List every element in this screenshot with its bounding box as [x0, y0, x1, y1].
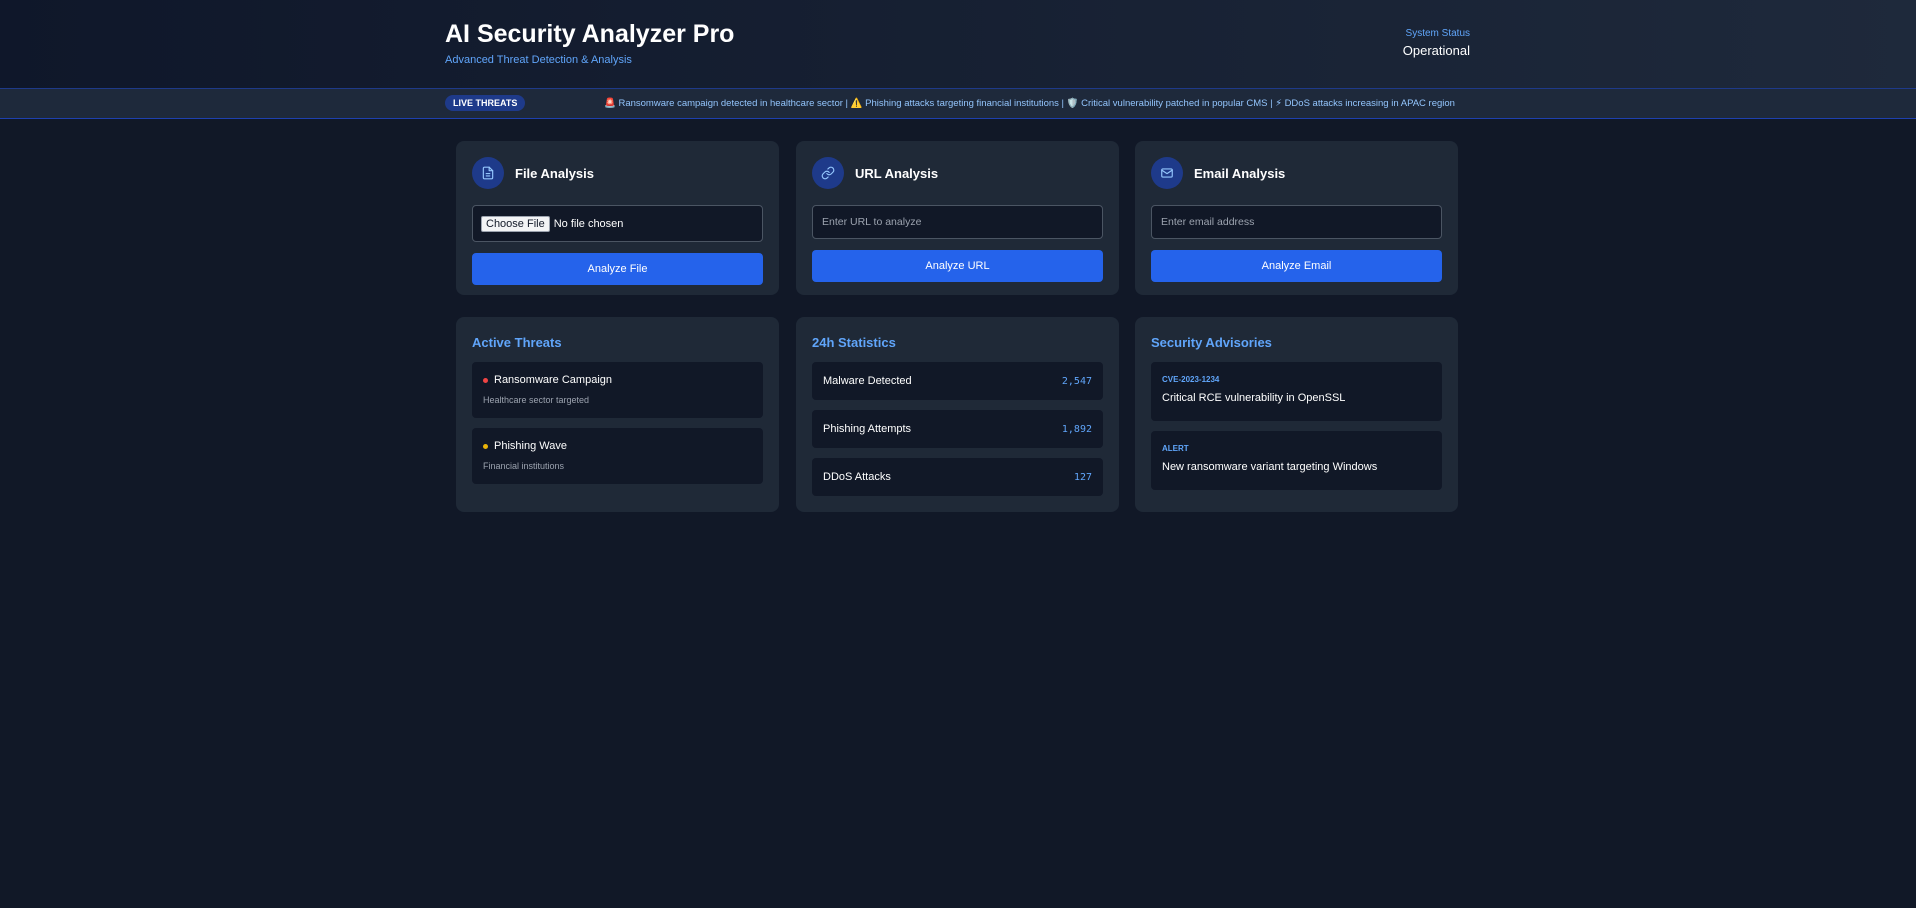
system-status-value: Operational — [1402, 43, 1470, 58]
email-input[interactable] — [1151, 205, 1442, 239]
stat-label: Phishing Attempts — [823, 423, 912, 435]
statistics-title: 24h Statistics — [812, 335, 896, 350]
active-threats-title: Active Threats — [472, 335, 562, 350]
url-analysis-card: URL Analysis Analyze URL — [796, 141, 1119, 295]
stat-value: 1,892 — [1061, 423, 1092, 435]
file-analysis-card: File Analysis Choose File No file chosen… — [456, 141, 779, 295]
analyze-email-button[interactable]: Analyze Email — [1151, 250, 1442, 282]
advisory-tag: ALERT — [1162, 444, 1189, 453]
file-input[interactable]: Choose File No file chosen — [472, 205, 763, 242]
advisory-text: Critical RCE vulnerability in OpenSSL — [1162, 392, 1346, 404]
app-header: AI Security Analyzer Pro Advanced Threat… — [0, 0, 1916, 89]
url-analysis-title: URL Analysis — [855, 165, 939, 181]
stat-row: DDoS Attacks 127 — [812, 458, 1103, 496]
advisory-item[interactable]: CVE-2023-1234 Critical RCE vulnerability… — [1151, 362, 1442, 421]
advisory-tag: CVE-2023-1234 — [1162, 375, 1220, 384]
stat-label: Malware Detected — [823, 375, 912, 387]
advisory-item[interactable]: ALERT New ransomware variant targeting W… — [1151, 431, 1442, 490]
analyze-file-button[interactable]: Analyze File — [472, 253, 763, 285]
system-status: System Status Operational — [1403, 18, 1470, 66]
threat-severity-dot — [483, 443, 488, 449]
threat-description: Financial institutions — [483, 461, 565, 471]
no-file-text: No file chosen — [553, 217, 624, 230]
ticker-text: 🚨 Ransomware campaign detected in health… — [604, 98, 1455, 109]
stat-value: 2,547 — [1061, 375, 1092, 387]
app-subtitle: Advanced Threat Detection & Analysis — [445, 54, 632, 66]
email-analysis-card: Email Analysis Analyze Email — [1135, 141, 1458, 295]
active-threats-panel: Active Threats Ransomware Campaign Healt… — [456, 317, 779, 512]
analyze-url-button[interactable]: Analyze URL — [812, 250, 1103, 282]
stat-row: Malware Detected 2,547 — [812, 362, 1103, 400]
threat-severity-dot — [483, 377, 488, 383]
advisories-title: Security Advisories — [1151, 335, 1272, 350]
stat-row: Phishing Attempts 1,892 — [812, 410, 1103, 448]
mail-icon — [1151, 157, 1183, 189]
threat-name: Phishing Wave — [494, 440, 567, 452]
live-threats-badge: LIVE THREATS — [445, 95, 526, 111]
choose-file-button[interactable]: Choose File — [481, 215, 550, 232]
email-analysis-title: Email Analysis — [1194, 165, 1286, 181]
link-icon — [812, 157, 844, 189]
threat-item[interactable]: Phishing Wave Financial institutions — [472, 428, 763, 484]
app-title: AI Security Analyzer Pro — [445, 20, 735, 48]
file-analysis-title: File Analysis — [515, 165, 594, 181]
threat-ticker: LIVE THREATS 🚨 Ransomware campaign detec… — [0, 89, 1916, 119]
system-status-label: System Status — [1405, 28, 1470, 39]
threat-name: Ransomware Campaign — [494, 374, 612, 386]
url-input[interactable] — [812, 205, 1103, 239]
advisory-text: New ransomware variant targeting Windows — [1162, 461, 1378, 473]
stat-value: 127 — [1073, 471, 1092, 483]
threat-item[interactable]: Ransomware Campaign Healthcare sector ta… — [472, 362, 763, 418]
advisories-panel: Security Advisories CVE-2023-1234 Critic… — [1135, 317, 1458, 512]
file-icon — [472, 157, 504, 189]
threat-description: Healthcare sector targeted — [483, 395, 590, 405]
stat-label: DDoS Attacks — [823, 471, 891, 483]
statistics-panel: 24h Statistics Malware Detected 2,547 Ph… — [796, 317, 1119, 512]
